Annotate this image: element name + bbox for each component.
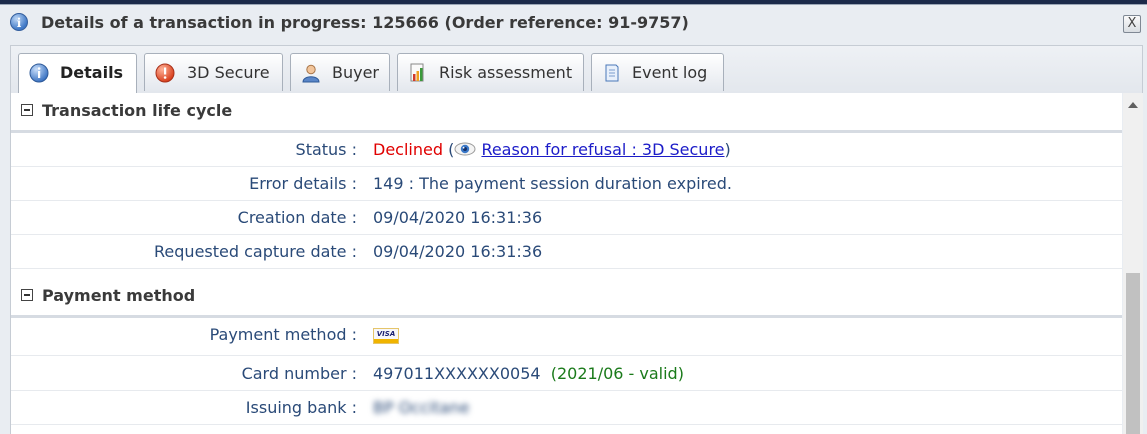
requested-capture-date-value: 09/04/2020 16:31:36 — [373, 242, 543, 261]
status-value-group: Declined ( Reason for refusal : 3D Secur… — [373, 140, 731, 159]
section-title: Transaction life cycle — [42, 101, 233, 120]
payment-method-row: Payment method : VISA — [11, 318, 1122, 356]
card-number-row: Card number : 497011XXXXXX0054 (2021/06 … — [11, 357, 1122, 391]
info-icon — [29, 63, 49, 83]
reason-for-refusal-link[interactable]: Reason for refusal : 3D Secure — [481, 140, 724, 159]
status-row: Status : Declined ( Reason for refusal :… — [11, 133, 1122, 167]
error-details-value: 149 : The payment session duration expir… — [373, 174, 732, 193]
tab-event-log-label: Event log — [632, 63, 708, 82]
tab-buyer[interactable]: Buyer — [290, 53, 390, 91]
requested-capture-date-row: Requested capture date : 09/04/2020 16:3… — [11, 235, 1122, 269]
status-label: Status : — [295, 140, 357, 159]
issuing-bank-label: Issuing bank : — [245, 398, 357, 417]
scroll-up-arrow-icon[interactable] — [1128, 102, 1138, 108]
eye-icon[interactable] — [454, 142, 476, 156]
user-icon — [302, 64, 320, 83]
log-page-icon — [605, 64, 619, 82]
status-value: Declined — [373, 140, 443, 159]
card-number-label: Card number : — [241, 364, 357, 383]
card-number-value: 497011XXXXXX0054 — [373, 364, 541, 383]
scrollbar-thumb[interactable] — [1126, 273, 1140, 434]
error-details-label: Error details : — [249, 174, 357, 193]
tab-details-label: Details — [60, 63, 124, 82]
info-icon: i — [10, 13, 28, 31]
section-payment-method: Payment method — [11, 279, 1122, 315]
card-expiry-status: (2021/06 - valid) — [550, 364, 684, 383]
requested-capture-date-label: Requested capture date : — [154, 242, 357, 261]
creation-date-row: Creation date : 09/04/2020 16:31:36 — [11, 201, 1122, 235]
issuing-bank-value: BP Occitane — [373, 398, 470, 417]
section-transaction-life-cycle: Transaction life cycle — [11, 94, 1122, 130]
tab-details[interactable]: Details — [18, 53, 137, 94]
dialog-title: Details of a transaction in progress: 12… — [41, 13, 689, 32]
details-panel: Transaction life cycle Status : Declined… — [10, 93, 1122, 434]
transaction-details-dialog: i Details of a transaction in progress: … — [0, 4, 1147, 434]
payment-method-label: Payment method : — [209, 325, 357, 344]
visa-card-icon: VISA — [373, 328, 399, 344]
close-paren: ) — [724, 140, 731, 159]
risk-chart-icon — [410, 63, 424, 82]
collapse-toggle-icon[interactable] — [21, 104, 33, 116]
vertical-scrollbar[interactable] — [1123, 93, 1143, 434]
tab-risk-assessment[interactable]: Risk assessment — [397, 53, 584, 91]
close-button[interactable]: X — [1123, 15, 1141, 33]
collapse-toggle-icon[interactable] — [21, 289, 33, 301]
issuing-bank-row: Issuing bank : BP Occitane — [11, 391, 1122, 425]
warning-icon — [155, 63, 175, 83]
dialog-titlebar[interactable]: i Details of a transaction in progress: … — [0, 5, 1147, 41]
card-number-group: 497011XXXXXX0054 (2021/06 - valid) — [373, 364, 684, 383]
error-details-row: Error details : 149 : The payment sessio… — [11, 167, 1122, 201]
tab-3d-secure[interactable]: 3D Secure — [144, 53, 283, 91]
tab-risk-assessment-label: Risk assessment — [439, 63, 573, 82]
tab-3d-secure-label: 3D Secure — [187, 63, 270, 82]
tab-event-log[interactable]: Event log — [591, 53, 724, 91]
tab-buyer-label: Buyer — [332, 63, 380, 82]
section-title: Payment method — [42, 286, 196, 305]
creation-date-value: 09/04/2020 16:31:36 — [373, 208, 543, 227]
creation-date-label: Creation date : — [237, 208, 357, 227]
tab-strip: Details 3D Secure Buyer Risk assessment … — [10, 45, 1143, 94]
